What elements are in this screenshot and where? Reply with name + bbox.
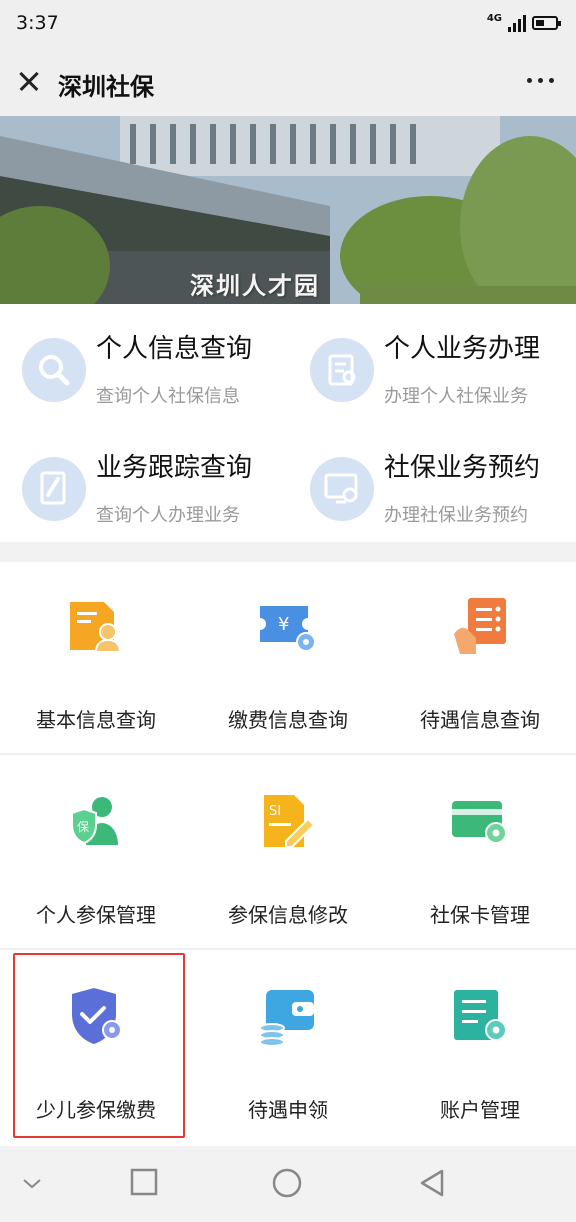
grid-row: 保 个人参保管理 SI 参保信息修改 社保卡管理 [0,757,576,950]
pen-icon [22,457,86,521]
more-options-button[interactable] [527,78,554,83]
document-edit-icon [310,338,374,402]
close-button[interactable] [14,66,44,96]
shield-check-icon [72,988,122,1044]
grid-row: 少儿参保缴费 待遇申领 账户管理 [0,952,576,1145]
grid-item-benefit-info[interactable]: 待遇信息查询 [384,562,576,755]
grid-item-child-insurance-payment[interactable]: 少儿参保缴费 [0,952,192,1145]
signal-icon [508,14,526,32]
list-gear-icon [454,990,507,1041]
grid-item-card-management[interactable]: 社保卡管理 [384,757,576,950]
grid-item-label: 待遇申领 [248,1098,328,1122]
quick-service-subtitle: 办理个人社保业务 [384,386,528,407]
card-gear-icon [452,801,507,844]
service-grid: 基本信息查询 ¥ 缴费信息查询 待遇信息查询 保 个人参保管理 SI 参保信息修… [0,562,576,1146]
shield-person-icon: 保 [71,797,118,845]
grid-item-label: 社保卡管理 [430,903,530,927]
quick-service-title: 个人业务办理 [384,334,541,364]
chevron-down-icon[interactable] [20,1176,44,1192]
page-title: 深圳社保 [58,73,154,101]
grid-item-account-management[interactable]: 账户管理 [384,952,576,1145]
grid-item-label: 账户管理 [440,1098,520,1122]
network-type-label: 4G [486,13,502,24]
svg-text:¥: ¥ [278,614,289,635]
quick-service-title: 社保业务预约 [384,453,541,483]
quick-service-subtitle: 办理社保业务预约 [384,505,528,526]
quick-service-title: 业务跟踪查询 [96,453,253,483]
grid-item-label: 待遇信息查询 [420,708,540,732]
grid-item-label: 基本信息查询 [36,708,156,732]
recent-apps-button[interactable] [130,1168,158,1196]
status-time: 3:37 [16,12,59,34]
grid-item-label: 参保信息修改 [228,903,348,927]
quick-service-subtitle: 查询个人办理业务 [96,505,240,526]
yuan-ticket-icon: ¥ [260,606,316,652]
back-button[interactable] [418,1168,446,1198]
grid-row: 基本信息查询 ¥ 缴费信息查询 待遇信息查询 [0,562,576,755]
quick-service-appointment[interactable]: 社保业务预约 办理社保业务预约 [288,423,576,542]
search-icon [22,338,86,402]
system-navigation-bar [0,1146,576,1222]
status-icons: 4G [486,13,561,32]
quick-service-subtitle: 查询个人社保信息 [96,386,240,407]
grid-item-label: 少儿参保缴费 [36,1098,156,1122]
grid-item-label: 缴费信息查询 [228,708,348,732]
wallet-coins-icon [259,990,314,1047]
title-bar: 深圳社保 [0,48,576,116]
quick-service-title: 个人信息查询 [96,334,253,364]
grid-item-payment-info[interactable]: ¥ 缴费信息查询 [192,562,384,755]
status-bar: 3:37 4G [0,0,576,48]
quick-service-personal-info[interactable]: 个人信息查询 查询个人社保信息 [0,304,288,423]
grid-item-insurance-management[interactable]: 保 个人参保管理 [0,757,192,950]
grid-item-benefit-claim[interactable]: 待遇申领 [192,952,384,1145]
grid-item-basic-info[interactable]: 基本信息查询 [0,562,192,755]
banner-sign-text: 深圳人才园 [190,272,320,300]
hand-list-icon [454,598,506,654]
banner-image: 深圳人才园 [0,116,576,304]
grid-item-info-modify[interactable]: SI 参保信息修改 [192,757,384,950]
grid-item-label: 个人参保管理 [36,903,156,927]
svg-text:保: 保 [77,820,89,834]
monitor-clock-icon [310,457,374,521]
quick-service-personal-business[interactable]: 个人业务办理 办理个人社保业务 [288,304,576,423]
battery-icon [532,16,561,30]
si-document-edit-icon: SI [264,795,316,848]
quick-services: 个人信息查询 查询个人社保信息 个人业务办理 办理个人社保业务 业务跟踪查询 查… [0,304,576,542]
svg-text:SI: SI [269,804,281,819]
quick-service-tracking[interactable]: 业务跟踪查询 查询个人办理业务 [0,423,288,542]
home-button[interactable] [272,1168,302,1198]
user-document-icon [70,602,122,653]
